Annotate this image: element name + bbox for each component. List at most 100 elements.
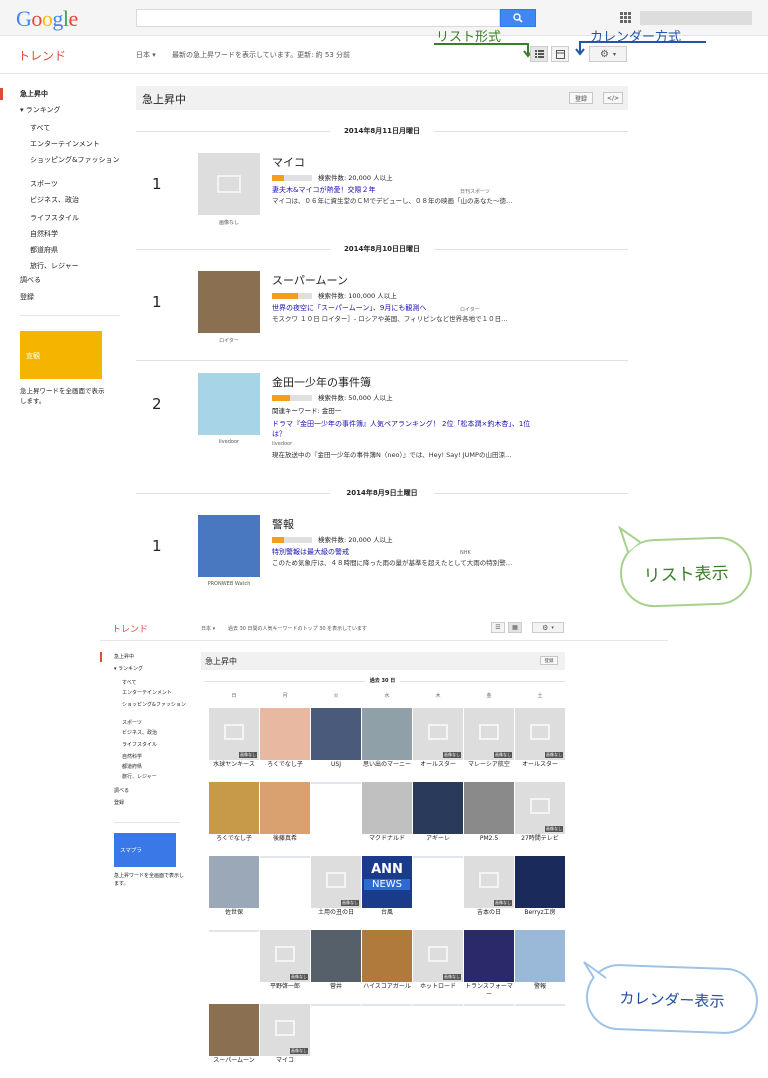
calendar-keyword[interactable]: オールスター — [413, 761, 463, 769]
calendar-trends-title[interactable]: トレンド — [112, 622, 148, 635]
news-link[interactable]: ドラマ『金田一少年の事件簿』人気ペアランキング！ 2位「松本潤×釣木杏」、1位は… — [272, 419, 542, 439]
sidebar-item[interactable]: 旅行、レジャー — [30, 262, 130, 271]
calendar-sidebar-item[interactable]: 調べる — [114, 788, 194, 794]
calendar-day-cell[interactable]: 画像なし 27時間テレビ — [515, 782, 565, 854]
calendar-day-cell[interactable]: 画像なし マレーシア航空 — [464, 708, 514, 780]
trend-keyword[interactable]: 金田一少年の事件簿 — [272, 374, 371, 390]
google-logo[interactable]: Google — [16, 6, 78, 32]
calendar-fullscreen-promo[interactable]: スマプラ — [114, 833, 176, 867]
calendar-keyword[interactable]: 平野啓一郎 — [260, 983, 310, 991]
sidebar-item[interactable]: ショッピング&ファッション — [30, 156, 130, 165]
calendar-sidebar-item[interactable]: 都道府県 — [122, 764, 202, 770]
calendar-view-button[interactable] — [551, 46, 569, 62]
calendar-day-cell[interactable]: ろくでなし子 — [260, 708, 310, 780]
calendar-keyword[interactable]: マクドナルド — [362, 835, 412, 843]
calendar-keyword[interactable]: 菅井 — [311, 983, 361, 991]
calendar-day-cell[interactable]: 画像なし マイコ — [260, 1004, 310, 1076]
account-button[interactable] — [640, 11, 752, 25]
calendar-day-cell[interactable]: 後藤真希 — [260, 782, 310, 854]
calendar-subscribe-button[interactable]: 登録 — [540, 656, 558, 665]
calendar-day-cell[interactable]: Berryz工房 — [515, 856, 565, 928]
trend-thumbnail[interactable] — [198, 373, 260, 435]
apps-grid-icon[interactable] — [620, 12, 632, 24]
calendar-day-cell[interactable]: 警報 — [515, 930, 565, 1002]
sidebar-item[interactable]: ビジネス、政治 — [30, 196, 130, 205]
calendar-keyword[interactable]: トランスフォーマー — [464, 983, 514, 999]
calendar-sidebar-item[interactable]: すべて — [122, 680, 202, 686]
search-input[interactable] — [136, 9, 500, 27]
sidebar-item[interactable]: 登録 — [20, 293, 120, 302]
calendar-sidebar-item[interactable]: 旅行、レジャー — [122, 774, 202, 780]
trend-thumbnail[interactable] — [198, 515, 260, 577]
calendar-keyword[interactable]: 警報 — [515, 983, 565, 991]
calendar-sidebar-item[interactable]: 自然科学 — [122, 754, 202, 760]
sidebar-item[interactable]: ▾ ランキング — [20, 106, 120, 115]
calendar-keyword[interactable]: 佐世保 — [209, 909, 259, 917]
calendar-keyword[interactable]: オールスター — [515, 761, 565, 769]
calendar-day-cell[interactable]: 佐世保 — [209, 856, 259, 928]
sidebar-item[interactable]: 自然科学 — [30, 230, 130, 239]
sidebar-item[interactable]: スポーツ — [30, 180, 130, 189]
calendar-keyword[interactable]: アギーレ — [413, 835, 463, 843]
calendar-keyword[interactable]: 後藤真希 — [260, 835, 310, 843]
calendar-day-cell[interactable]: 画像なし 吉本の日 — [464, 856, 514, 928]
calendar-calendar-view-button[interactable]: ▦ — [508, 622, 522, 633]
calendar-list-view-button[interactable]: ☰ — [491, 622, 505, 633]
calendar-day-cell[interactable]: 画像なし オールスター — [413, 708, 463, 780]
calendar-sidebar-item[interactable]: ▾ ランキング — [114, 666, 194, 672]
sidebar-item[interactable]: ライフスタイル — [30, 214, 130, 223]
trend-keyword[interactable]: スーパームーン — [272, 272, 348, 288]
calendar-day-cell[interactable]: ろくでなし子 — [209, 782, 259, 854]
sidebar-item[interactable]: エンターテインメント — [30, 140, 130, 149]
calendar-keyword[interactable]: 思い出のマーニー — [362, 761, 412, 769]
calendar-keyword[interactable]: スーパームーン — [209, 1057, 259, 1065]
region-selector[interactable]: 日本 ▾ — [136, 50, 156, 60]
calendar-keyword[interactable]: ハイスコアガール — [362, 983, 412, 991]
calendar-day-cell[interactable]: PM2.5 — [464, 782, 514, 854]
calendar-day-cell[interactable]: アギーレ — [413, 782, 463, 854]
calendar-keyword[interactable]: PM2.5 — [464, 835, 514, 843]
news-link[interactable]: 世界の夜空に「スーパームーン」、9月にも観測へ — [272, 303, 572, 313]
news-link[interactable]: 特別警報は最大級の警戒 — [272, 547, 572, 557]
trend-thumbnail[interactable] — [198, 271, 260, 333]
calendar-settings-button[interactable]: ⚙ ▾ — [532, 622, 564, 633]
sidebar-item[interactable]: 都道府県 — [30, 246, 130, 255]
calendar-day-cell[interactable]: ANN NEWS 台風 — [362, 856, 412, 928]
search-button[interactable] — [500, 9, 536, 27]
calendar-day-cell[interactable]: 画像なし 土用の丑の日 — [311, 856, 361, 928]
sidebar-item[interactable]: すべて — [30, 124, 130, 133]
calendar-day-cell[interactable]: 画像なし オールスター — [515, 708, 565, 780]
calendar-keyword[interactable]: マレーシア航空 — [464, 761, 514, 769]
fullscreen-promo[interactable]: 宣観 — [20, 331, 102, 379]
calendar-keyword[interactable]: 水球ヤンキース — [209, 761, 259, 769]
news-link[interactable]: 妻夫木&マイコが熱愛！交際２年 — [272, 185, 572, 195]
calendar-keyword[interactable]: 吉本の日 — [464, 909, 514, 917]
calendar-sidebar-item[interactable]: ライフスタイル — [122, 742, 202, 748]
trend-keyword[interactable]: 警報 — [272, 516, 294, 532]
trends-title[interactable]: トレンド — [18, 47, 66, 64]
calendar-sidebar-item[interactable]: ショッピング&ファッション — [122, 702, 202, 708]
trend-thumbnail[interactable] — [198, 153, 260, 215]
calendar-keyword[interactable]: Berryz工房 — [515, 909, 565, 917]
trend-keyword[interactable]: マイコ — [272, 154, 305, 170]
calendar-day-cell[interactable]: ハイスコアガール — [362, 930, 412, 1002]
calendar-day-cell[interactable]: マクドナルド — [362, 782, 412, 854]
calendar-day-cell[interactable]: スーパームーン — [209, 1004, 259, 1076]
calendar-keyword[interactable]: 27時間テレビ — [515, 835, 565, 843]
embed-button[interactable]: </> — [603, 92, 623, 104]
sidebar-item[interactable]: 急上昇中 — [20, 90, 120, 99]
calendar-day-cell[interactable]: 画像なし ホットロード — [413, 930, 463, 1002]
calendar-day-cell[interactable]: トランスフォーマー — [464, 930, 514, 1002]
calendar-day-cell[interactable]: 画像なし 平野啓一郎 — [260, 930, 310, 1002]
calendar-day-cell[interactable]: 画像なし 水球ヤンキース — [209, 708, 259, 780]
calendar-sidebar-item[interactable]: エンターテインメント — [122, 690, 202, 696]
calendar-keyword[interactable]: ろくでなし子 — [209, 835, 259, 843]
settings-menu-button[interactable]: ⚙ ▾ — [589, 46, 627, 62]
sidebar-item[interactable]: 調べる — [20, 276, 120, 285]
calendar-sidebar-item[interactable]: ビジネス、政治 — [122, 730, 202, 736]
calendar-keyword[interactable]: ホットロード — [413, 983, 463, 991]
calendar-sidebar-item[interactable]: スポーツ — [122, 720, 202, 726]
calendar-day-cell[interactable]: 思い出のマーニー — [362, 708, 412, 780]
calendar-keyword[interactable]: 台風 — [362, 909, 412, 917]
calendar-keyword[interactable]: マイコ — [260, 1057, 310, 1065]
